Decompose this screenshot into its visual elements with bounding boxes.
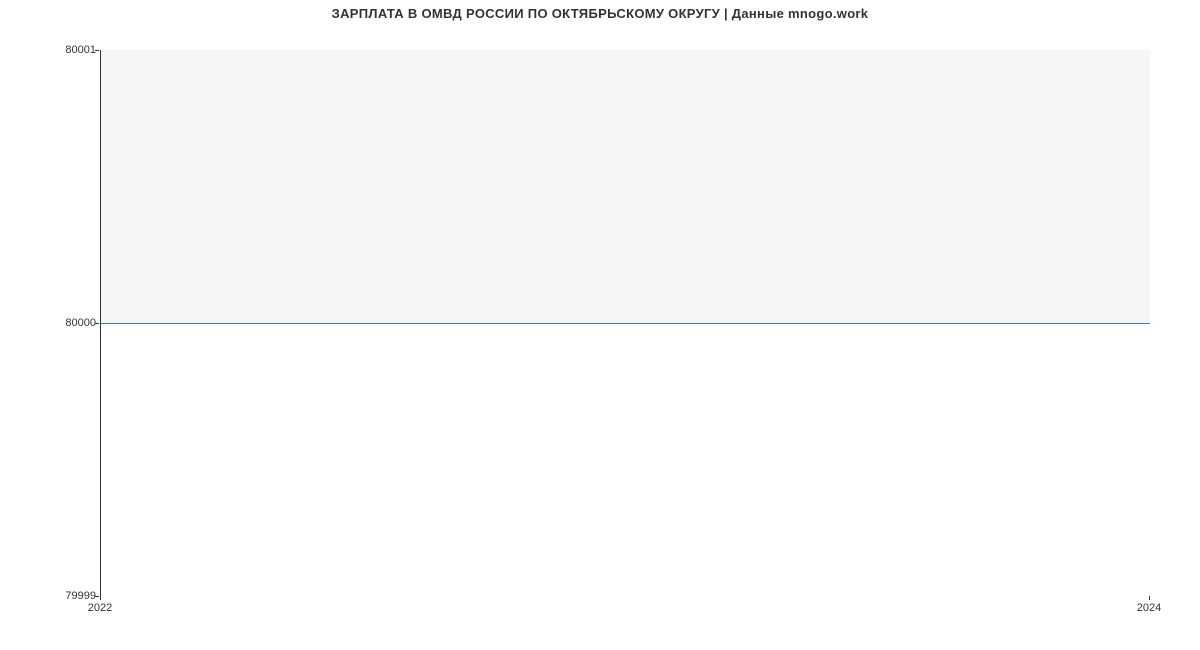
y-tick-label: 80000 xyxy=(65,317,96,329)
chart-title: ЗАРПЛАТА В ОМВД РОССИИ ПО ОКТЯБРЬСКОМУ О… xyxy=(0,6,1200,21)
y-tick-label: 80001 xyxy=(65,44,96,56)
x-tick xyxy=(1149,596,1150,600)
x-tick-label: 2024 xyxy=(1137,602,1161,614)
x-tick xyxy=(100,596,101,600)
plot-area xyxy=(100,50,1150,596)
x-tick-label: 2022 xyxy=(88,602,112,614)
data-line xyxy=(101,323,1150,324)
plot-lower-bg xyxy=(101,323,1150,596)
y-tick-label: 79999 xyxy=(65,590,96,602)
